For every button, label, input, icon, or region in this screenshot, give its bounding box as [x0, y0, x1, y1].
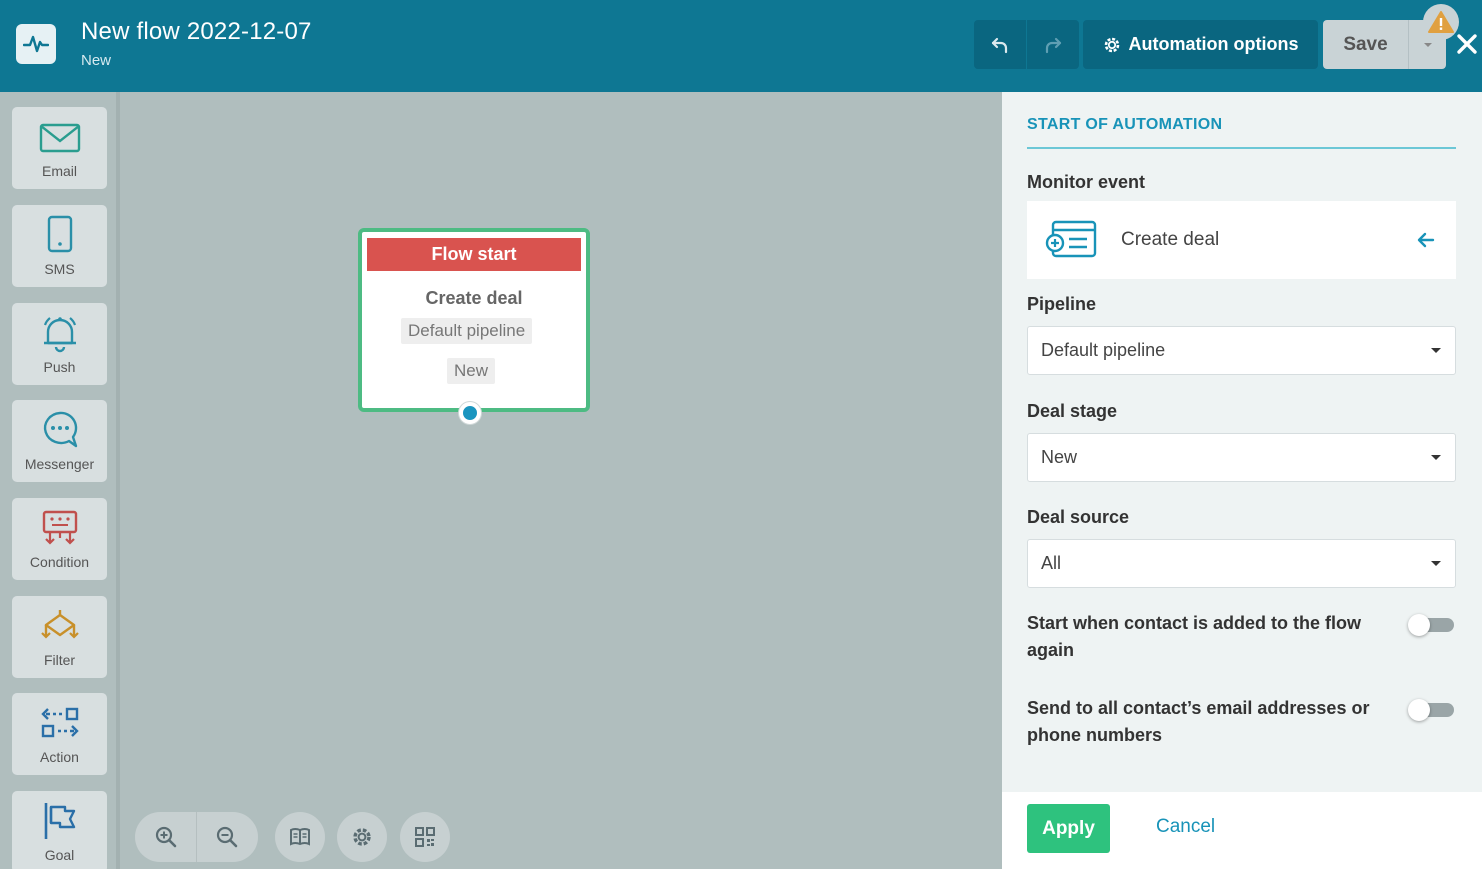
create-deal-icon: [1045, 220, 1097, 258]
palette-item-label: Goal: [44, 847, 75, 863]
palette-item-label: SMS: [44, 261, 75, 277]
pipeline-label: Pipeline: [1027, 294, 1097, 314]
palette-item-messenger[interactable]: Messenger: [12, 400, 107, 482]
flow-start-node[interactable]: Flow start Create deal Default pipeline …: [358, 228, 590, 424]
pipeline-select[interactable]: Default pipeline: [1027, 326, 1456, 375]
caret-down-icon: [1431, 455, 1441, 460]
close-button[interactable]: [1455, 30, 1479, 58]
palette-item-goal[interactable]: Goal: [12, 791, 107, 869]
apply-button[interactable]: Apply: [1027, 804, 1110, 853]
palette-item-sms[interactable]: SMS: [12, 205, 107, 287]
zoom-in-icon: [155, 826, 176, 848]
undo-icon: [991, 37, 1008, 53]
cancel-link[interactable]: Cancel: [1156, 816, 1215, 838]
monitor-event-value: Create deal: [1121, 229, 1220, 250]
panel-title: START OF AUTOMATION: [1027, 116, 1223, 133]
undo-button[interactable]: [974, 20, 1026, 69]
email-icon: [39, 123, 80, 153]
block-palette: Email SMS Push Messenger Condition Filte…: [0, 92, 120, 869]
help-book-button[interactable]: [275, 812, 325, 862]
toggle-readd-label: Start when contact is added to the flow …: [1027, 613, 1362, 660]
palette-item-label: Messenger: [24, 456, 95, 472]
palette-item-label: Push: [43, 359, 76, 375]
palette-item-push[interactable]: Push: [12, 303, 107, 385]
flow-canvas[interactable]: [124, 92, 1002, 869]
palette-item-label: Email: [41, 163, 77, 179]
toggle-knob: [1408, 614, 1430, 636]
pipeline-select-value: Default pipeline: [1041, 340, 1166, 360]
flow-status: New: [81, 52, 112, 69]
arrow-left-icon[interactable]: [1416, 230, 1436, 250]
node-event: Create deal: [425, 288, 523, 308]
flow-title[interactable]: New flow 2022-12-07: [81, 18, 312, 46]
flow-logo-icon: [16, 24, 56, 64]
qr-code-icon: [415, 827, 435, 847]
goal-flag-icon: [44, 803, 75, 839]
toggle-all-contacts-label: Send to all contact’s email addresses or…: [1027, 698, 1370, 745]
action-icon: [40, 707, 79, 738]
redo-icon: [1045, 37, 1061, 53]
toggle-knob: [1408, 699, 1430, 721]
monitor-event-card[interactable]: Create deal: [1027, 201, 1456, 279]
zoom-out-icon: [216, 826, 238, 848]
canvas-settings-button[interactable]: [337, 812, 387, 862]
warning-icon: [1428, 11, 1454, 33]
deal-stage-select-value: New: [1041, 447, 1078, 467]
zoom-out-button[interactable]: [196, 812, 257, 862]
toggle-all-contacts-switch[interactable]: [1408, 699, 1456, 721]
caret-down-icon: [1431, 348, 1441, 353]
top-header: New flow 2022-12-07 New Automation optio…: [0, 0, 1482, 92]
panel-divider: [1027, 147, 1456, 149]
node-stage-tag: New: [447, 358, 496, 384]
zoom-in-button[interactable]: [135, 812, 196, 862]
settings-panel: START OF AUTOMATION Monitor event Create…: [1002, 92, 1482, 792]
palette-item-action[interactable]: Action: [12, 693, 107, 775]
deal-source-select-value: All: [1041, 553, 1062, 573]
deal-stage-label: Deal stage: [1027, 401, 1118, 421]
panel-footer: Apply Cancel: [1002, 792, 1482, 869]
qr-code-button[interactable]: [400, 812, 450, 862]
redo-button[interactable]: [1026, 20, 1078, 69]
palette-item-email[interactable]: Email: [12, 107, 107, 189]
deal-stage-select[interactable]: New: [1027, 433, 1456, 482]
deal-source-label: Deal source: [1027, 507, 1130, 527]
automation-options-label: Automation options: [1128, 34, 1299, 54]
chevron-down-icon: [1423, 42, 1432, 47]
automation-options-button[interactable]: Automation options: [1083, 20, 1318, 69]
palette-item-filter[interactable]: Filter: [12, 596, 107, 678]
node-output-port[interactable]: [459, 402, 481, 424]
caret-down-icon: [1431, 561, 1441, 566]
book-icon: [290, 828, 310, 846]
deal-source-select[interactable]: All: [1027, 539, 1456, 588]
filter-icon: [40, 610, 79, 639]
condition-icon: [42, 510, 77, 545]
node-header: Flow start: [367, 238, 581, 271]
gear-icon: [353, 828, 371, 846]
warning-badge[interactable]: [1423, 4, 1459, 40]
palette-item-label: Condition: [29, 554, 90, 570]
palette-item-condition[interactable]: Condition: [12, 498, 107, 580]
undo-redo-group: [974, 20, 1079, 69]
toggle-readd-switch[interactable]: [1408, 614, 1456, 636]
gear-icon: [1104, 37, 1119, 52]
save-button[interactable]: Save: [1323, 20, 1408, 69]
zoom-controls: [135, 812, 258, 862]
close-icon: [1457, 34, 1477, 54]
node-pipeline-tag: Default pipeline: [401, 318, 533, 344]
palette-item-label: Action: [40, 749, 79, 765]
sms-icon: [47, 215, 72, 253]
monitor-event-label: Monitor event: [1027, 172, 1146, 192]
palette-item-label: Filter: [43, 652, 76, 668]
push-bell-icon: [43, 317, 76, 353]
messenger-icon: [43, 411, 77, 448]
